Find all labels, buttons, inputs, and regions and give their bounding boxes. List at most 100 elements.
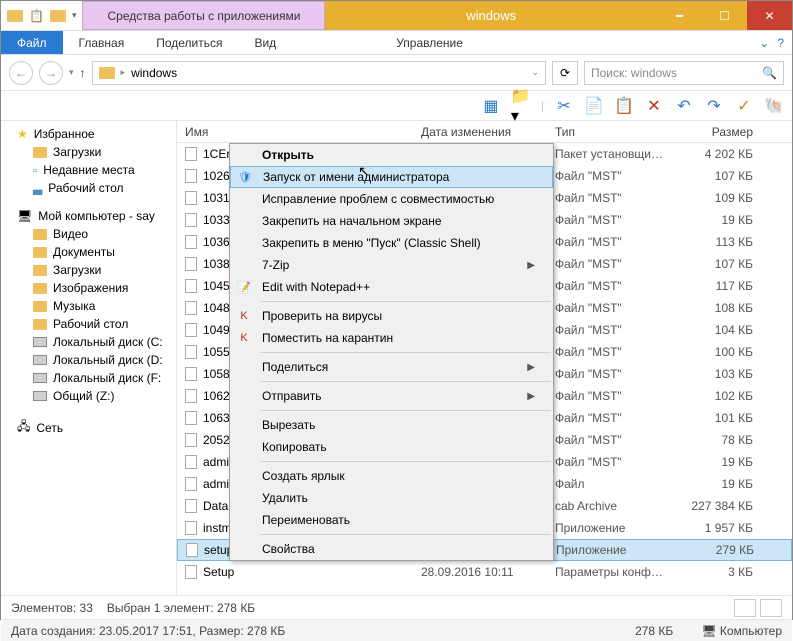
file-icon xyxy=(183,498,199,514)
file-icon xyxy=(183,432,199,448)
minimize-button[interactable]: ━ xyxy=(657,1,702,30)
ctx-open[interactable]: Открыть xyxy=(230,144,553,166)
chevron-right-icon: ▶ xyxy=(527,260,535,271)
file-size: 107 КБ xyxy=(689,257,769,271)
column-name[interactable]: Имя xyxy=(177,125,421,139)
tab-home[interactable]: Главная xyxy=(63,31,141,54)
sidebar-item-desktop2[interactable]: Рабочий стол xyxy=(1,315,176,333)
sidebar-item-pictures[interactable]: Изображения xyxy=(1,279,176,297)
maximize-button[interactable]: ☐ xyxy=(702,1,747,30)
sidebar-computer[interactable]: 🖥Мой компьютер - say xyxy=(1,207,176,225)
qat-icon[interactable]: 📋 xyxy=(29,9,44,23)
file-icon xyxy=(183,212,199,228)
sidebar-item-music[interactable]: Музыка xyxy=(1,297,176,315)
ctx-send-to[interactable]: Отправить▶ xyxy=(230,385,553,407)
address-path[interactable]: ▸ windows ⌄ xyxy=(92,61,546,85)
sidebar-favorites[interactable]: ★Избранное xyxy=(1,125,176,143)
shell-icon[interactable]: 🐚 xyxy=(764,96,784,116)
file-row[interactable]: Setup28.09.2016 10:11Параметры конф…3 КБ xyxy=(177,561,792,583)
shield-icon: 🛡 xyxy=(237,169,253,185)
ctx-rename[interactable]: Переименовать xyxy=(230,509,553,531)
ctx-shortcut[interactable]: Создать ярлык xyxy=(230,465,553,487)
file-icon xyxy=(183,366,199,382)
tab-view[interactable]: Вид xyxy=(238,31,292,54)
refresh-button[interactable]: ⟳ xyxy=(552,61,578,85)
undo-icon[interactable]: ↶ xyxy=(674,96,694,116)
sidebar-item-recent[interactable]: ▫Недавние места xyxy=(1,161,176,179)
folder-icon xyxy=(33,301,47,312)
search-input[interactable]: Поиск: windows 🔍 xyxy=(584,61,784,85)
organize-icon[interactable]: 📁▾ xyxy=(511,96,531,116)
sidebar-item-downloads2[interactable]: Загрузки xyxy=(1,261,176,279)
forward-button[interactable]: → xyxy=(39,61,63,85)
sidebar-item-videos[interactable]: Видео xyxy=(1,225,176,243)
file-icon xyxy=(183,168,199,184)
properties-icon[interactable]: ✓ xyxy=(734,96,754,116)
folder-icon[interactable] xyxy=(50,10,66,22)
copy-icon[interactable]: 📄 xyxy=(584,96,604,116)
chevron-down-icon[interactable]: ⌄ xyxy=(531,67,539,78)
sidebar-item-disk-d[interactable]: Локальный диск (D: xyxy=(1,351,176,369)
column-type[interactable]: Тип xyxy=(555,125,689,139)
paste-icon[interactable]: 📋 xyxy=(614,96,634,116)
file-size: 100 КБ xyxy=(689,345,769,359)
ctx-troubleshoot[interactable]: Исправление проблем с совместимостью xyxy=(230,188,553,210)
sidebar-item-disk-c[interactable]: Локальный диск (C: xyxy=(1,333,176,351)
ctx-share[interactable]: Поделиться▶ xyxy=(230,356,553,378)
file-type: Файл "MST" xyxy=(555,411,689,425)
up-button[interactable]: ↑ xyxy=(80,66,86,80)
sidebar-item-documents[interactable]: Документы xyxy=(1,243,176,261)
close-button[interactable]: ✕ xyxy=(747,1,792,30)
column-date[interactable]: Дата изменения xyxy=(421,125,555,139)
sidebar-network[interactable]: 🖧Сеть xyxy=(1,415,176,440)
status-selected: Выбран 1 элемент: 278 КБ xyxy=(107,601,255,615)
view-icons-button[interactable] xyxy=(760,599,782,617)
ctx-cut[interactable]: Вырезать xyxy=(230,414,553,436)
sidebar-item-disk-f[interactable]: Локальный диск (F: xyxy=(1,369,176,387)
file-type: Параметры конф… xyxy=(555,565,689,579)
redo-icon[interactable]: ↷ xyxy=(704,96,724,116)
chevron-right-icon: ▶ xyxy=(527,391,535,402)
ctx-virus-check[interactable]: KПроверить на вирусы xyxy=(230,305,553,327)
navigation-pane: ★Избранное Загрузки ▫Недавние места ▃Раб… xyxy=(1,121,177,595)
help-icon[interactable]: ? xyxy=(777,36,784,50)
file-type: Файл "MST" xyxy=(555,191,689,205)
column-size[interactable]: Размер xyxy=(689,125,769,139)
ctx-copy[interactable]: Копировать xyxy=(230,436,553,458)
cut-icon[interactable]: ✂ xyxy=(554,96,574,116)
recent-dropdown-icon[interactable]: ▾ xyxy=(69,67,74,78)
sidebar-label: Загрузки xyxy=(53,263,101,277)
file-type: cab Archive xyxy=(555,499,689,513)
breadcrumb[interactable]: windows xyxy=(131,66,177,80)
ctx-properties[interactable]: Свойства xyxy=(230,538,553,560)
delete-icon[interactable]: ✕ xyxy=(644,96,664,116)
view-details-button[interactable] xyxy=(734,599,756,617)
sidebar-item-downloads[interactable]: Загрузки xyxy=(1,143,176,161)
back-button[interactable]: ← xyxy=(9,61,33,85)
ctx-7zip[interactable]: 7-Zip▶ xyxy=(230,254,553,276)
file-type: Файл "MST" xyxy=(555,213,689,227)
dropdown-icon[interactable]: ▾ xyxy=(72,10,77,21)
ctx-quarantine[interactable]: KПоместить на карантин xyxy=(230,327,553,349)
sidebar-item-disk-z[interactable]: Общий (Z:) xyxy=(1,387,176,405)
status-details: Дата создания: 23.05.2017 17:51, Размер:… xyxy=(11,624,285,638)
ribbon-expand-icon[interactable]: ⌄ xyxy=(759,36,769,50)
ctx-run-as-admin[interactable]: 🛡Запуск от имени администратора xyxy=(230,166,553,188)
sidebar-label: Локальный диск (D: xyxy=(53,353,163,367)
view-mode-icon[interactable]: ▦ xyxy=(481,96,501,116)
folder-icon xyxy=(33,265,47,276)
ctx-notepad[interactable]: 📝Edit with Notepad++ xyxy=(230,276,553,298)
tab-manage[interactable]: Управление xyxy=(380,31,479,54)
ctx-pin-classic[interactable]: Закрепить в меню "Пуск" (Classic Shell) xyxy=(230,232,553,254)
sidebar-item-desktop[interactable]: ▃Рабочий стол xyxy=(1,179,176,197)
tab-share[interactable]: Поделиться xyxy=(140,31,238,54)
tab-file[interactable]: Файл xyxy=(1,31,63,54)
recent-icon: ▫ xyxy=(33,163,37,177)
ctx-delete[interactable]: Удалить xyxy=(230,487,553,509)
ctx-pin-start[interactable]: Закрепить на начальном экране xyxy=(230,210,553,232)
search-icon[interactable]: 🔍 xyxy=(762,66,777,80)
context-menu: Открыть 🛡Запуск от имени администратора … xyxy=(229,143,554,561)
window-controls: ━ ☐ ✕ xyxy=(657,1,792,30)
file-size: 102 КБ xyxy=(689,389,769,403)
disk-icon xyxy=(33,337,47,347)
